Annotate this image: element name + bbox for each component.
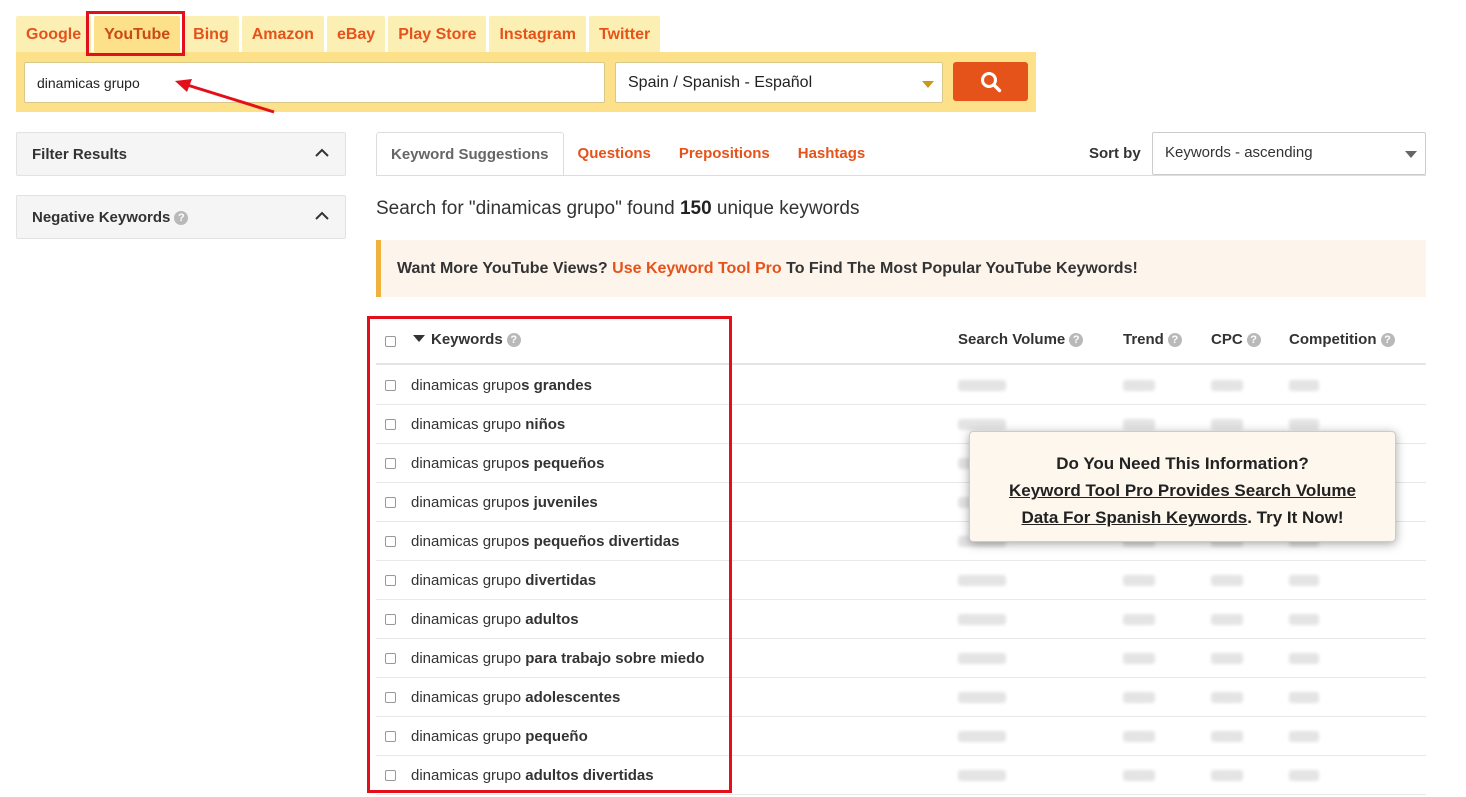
- competition-column-header[interactable]: Competition?: [1289, 331, 1395, 348]
- blurred-volume: [958, 575, 1006, 586]
- blurred-volume: [958, 419, 1006, 430]
- blurred-volume: [958, 653, 1006, 664]
- keyword-count: 150: [679, 198, 712, 219]
- cpc-header-label: CPC: [1211, 331, 1243, 348]
- tab-hashtags[interactable]: Hashtags: [784, 132, 880, 176]
- blurred-cpc: [1211, 692, 1243, 703]
- tab-instagram[interactable]: Instagram: [489, 16, 586, 53]
- chevron-up-icon[interactable]: [315, 146, 329, 160]
- blurred-trend: [1123, 614, 1155, 625]
- help-icon[interactable]: ?: [1246, 333, 1261, 348]
- promo-link[interactable]: Use Keyword Tool Pro: [612, 260, 782, 277]
- blurred-trend: [1123, 731, 1155, 742]
- tab-keyword-suggestions[interactable]: Keyword Suggestions: [376, 132, 564, 176]
- result-tabs: Keyword Suggestions Questions Prepositio…: [376, 132, 879, 176]
- blurred-trend: [1123, 419, 1155, 430]
- competition-header-label: Competition: [1289, 331, 1377, 348]
- blurred-competition: [1289, 575, 1319, 586]
- popup-heading: Do You Need This Information?: [1056, 454, 1309, 473]
- blurred-cpc: [1211, 731, 1243, 742]
- blurred-volume: [958, 380, 1006, 391]
- popup-last-line: Data For Spanish Keywords. Try It Now!: [970, 504, 1395, 531]
- blurred-trend: [1123, 575, 1155, 586]
- chevron-up-icon[interactable]: [315, 209, 329, 223]
- tab-amazon[interactable]: Amazon: [241, 16, 324, 53]
- tab-google[interactable]: Google: [16, 16, 92, 53]
- blurred-volume: [958, 770, 1006, 781]
- popup-cta: . Try It Now!: [1247, 508, 1344, 527]
- blurred-trend: [1123, 692, 1155, 703]
- volume-header-label: Search Volume: [958, 331, 1066, 348]
- search-bar: dinamicas grupo Spain / Spanish - Españo…: [16, 52, 1036, 112]
- blurred-volume: [958, 614, 1006, 625]
- blurred-trend: [1123, 653, 1155, 664]
- language-select[interactable]: Spain / Spanish - Español: [615, 62, 943, 103]
- results-summary: Search for "dinamicas grupo" found 150 u…: [376, 198, 860, 220]
- filter-results-panel[interactable]: Filter Results: [16, 132, 346, 176]
- dropdown-caret-icon: [1405, 151, 1417, 158]
- blurred-volume: [958, 731, 1006, 742]
- youtube-highlight-box: [86, 11, 185, 56]
- sort-select[interactable]: Keywords - ascending: [1152, 132, 1426, 175]
- dropdown-caret-icon: [922, 81, 934, 88]
- blurred-cpc: [1211, 380, 1243, 391]
- blurred-cpc: [1211, 770, 1243, 781]
- blurred-competition: [1289, 653, 1319, 664]
- help-icon[interactable]: ?: [1167, 333, 1182, 348]
- tab-ebay[interactable]: eBay: [326, 16, 386, 53]
- promo-banner: Want More YouTube Views? Use Keyword Too…: [376, 240, 1426, 297]
- blurred-competition: [1289, 614, 1319, 625]
- blurred-cpc: [1211, 575, 1243, 586]
- sort-by-label: Sort by: [1089, 145, 1141, 162]
- trend-column-header[interactable]: Trend?: [1123, 331, 1182, 348]
- trend-header-label: Trend: [1123, 331, 1164, 348]
- tab-questions[interactable]: Questions: [564, 132, 665, 176]
- help-icon[interactable]: ?: [174, 211, 189, 226]
- blurred-competition: [1289, 692, 1319, 703]
- blurred-cpc: [1211, 614, 1243, 625]
- cpc-column-header[interactable]: CPC?: [1211, 331, 1261, 348]
- tab-twitter[interactable]: Twitter: [588, 16, 661, 53]
- summary-prefix: Search for "dinamicas grupo" found: [376, 198, 680, 219]
- help-icon[interactable]: ?: [1069, 333, 1084, 348]
- blurred-cpc: [1211, 653, 1243, 664]
- blurred-competition: [1289, 770, 1319, 781]
- negative-keywords-title: Negative Keywords: [32, 209, 171, 226]
- blurred-competition: [1289, 731, 1319, 742]
- blurred-trend: [1123, 380, 1155, 391]
- promo-text-2: To Find The Most Popular YouTube Keyword…: [781, 260, 1138, 277]
- blurred-competition: [1289, 380, 1319, 391]
- popup-link-line[interactable]: Keyword Tool Pro Provides Search Volume: [970, 477, 1395, 504]
- blurred-volume: [958, 692, 1006, 703]
- popup-link[interactable]: Data For Spanish Keywords: [1021, 508, 1247, 527]
- tab-play-store[interactable]: Play Store: [388, 16, 487, 53]
- search-icon: [980, 71, 1001, 92]
- search-button[interactable]: [953, 62, 1028, 101]
- language-select-value: Spain / Spanish - Español: [628, 74, 813, 91]
- sort-select-value: Keywords - ascending: [1165, 144, 1313, 161]
- blurred-trend: [1123, 770, 1155, 781]
- negative-keywords-panel[interactable]: Negative Keywords?: [16, 195, 346, 239]
- help-icon[interactable]: ?: [1380, 333, 1395, 348]
- annotation-arrow: [175, 79, 275, 114]
- tabs-divider: [376, 175, 1426, 176]
- tab-prepositions[interactable]: Prepositions: [665, 132, 784, 176]
- summary-suffix: unique keywords: [711, 198, 860, 219]
- filter-results-title: Filter Results: [32, 146, 128, 163]
- blurred-cpc: [1211, 419, 1243, 430]
- search-volume-column-header[interactable]: Search Volume?: [958, 331, 1084, 348]
- keywords-highlight-box: [367, 316, 732, 793]
- blurred-competition: [1289, 419, 1319, 430]
- promo-text-1: Want More YouTube Views?: [397, 260, 613, 277]
- upgrade-popup: Do You Need This Information? Keyword To…: [969, 431, 1396, 542]
- tab-bing[interactable]: Bing: [183, 16, 239, 53]
- search-input[interactable]: dinamicas grupo: [24, 62, 605, 103]
